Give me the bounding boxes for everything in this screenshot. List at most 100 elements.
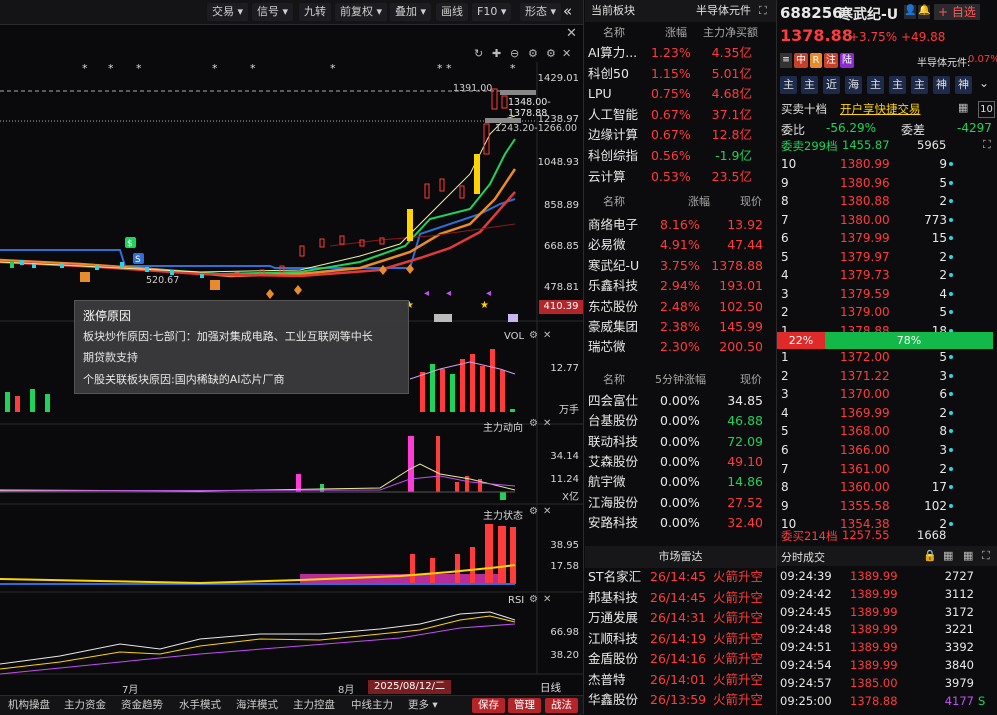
radar-row[interactable]: 邦基科技 26/14:45 火箭升空 bbox=[585, 588, 776, 608]
period-label[interactable]: 日线 bbox=[540, 680, 561, 695]
bid-row[interactable]: 7 1361.00 2 bbox=[777, 460, 997, 478]
ask-row[interactable]: 3 1379.59 4 bbox=[777, 285, 997, 303]
nav-btn-2[interactable]: 主 bbox=[801, 76, 818, 94]
bid-row[interactable]: 6 1366.00 3 bbox=[777, 441, 997, 459]
expand-icon[interactable]: ⛶ bbox=[982, 549, 990, 563]
ask-row[interactable]: 5 1379.97 2 bbox=[777, 248, 997, 266]
lock-icon[interactable]: 🔒 bbox=[923, 549, 937, 562]
adjust-menu[interactable]: 前复权 ▾ bbox=[335, 3, 388, 21]
settings-icon[interactable]: ▦ bbox=[963, 549, 973, 562]
trade-row[interactable]: 09:25:00 1378.88 4177 S bbox=[777, 693, 997, 710]
trade-row[interactable]: 09:24:42 1389.99 3112 bbox=[777, 586, 997, 603]
radar-row[interactable]: 江顺科技 26/14:19 火箭升空 bbox=[585, 629, 776, 649]
nav-btn-6[interactable]: 主 bbox=[889, 76, 906, 94]
radar-row[interactable]: ST名家汇 26/14:45 火箭升空 bbox=[585, 567, 776, 587]
tab-main-funds[interactable]: 主力资金 bbox=[64, 698, 106, 713]
nav-btn-5[interactable]: 主 bbox=[867, 76, 884, 94]
fast-mover-row[interactable]: 艾森股份 0.00% 49.10 bbox=[585, 452, 776, 472]
ask-row[interactable]: 6 1379.99 15 bbox=[777, 229, 997, 247]
rsi-settings-icon[interactable]: ⚙ bbox=[529, 594, 538, 605]
stock-row[interactable]: 必易微 4.91% 47.44 bbox=[585, 235, 776, 255]
vol-settings-icon[interactable]: ⚙ bbox=[529, 330, 538, 341]
ask-row[interactable]: 4 1379.73 2 bbox=[777, 266, 997, 284]
trade-row[interactable]: 09:24:45 1389.99 3172 bbox=[777, 604, 997, 621]
nine-turn-button[interactable]: 九转 bbox=[299, 3, 331, 21]
quick-trade-link[interactable]: 开户享快捷交易 bbox=[840, 101, 921, 117]
user-icon[interactable]: 👤 bbox=[904, 5, 916, 19]
tab-main-control[interactable]: 主力控盘 bbox=[293, 698, 335, 713]
trade-row[interactable]: 09:24:54 1389.99 3840 bbox=[777, 657, 997, 674]
kline-chart-area[interactable]: 交易 ▾ 信号 ▾ 九转 前复权 ▾ 叠加 ▾ 画线 F10 ▾ 形态 ▾ « … bbox=[0, 0, 584, 715]
stock-row[interactable]: 寒武纪-U 3.75% 1378.88 bbox=[585, 256, 776, 276]
more-menu[interactable]: 更多 ▾ bbox=[408, 698, 438, 713]
tab-mid-main[interactable]: 中线主力 bbox=[351, 698, 393, 713]
stock-row[interactable]: 豪威集团 2.38% 145.99 bbox=[585, 317, 776, 337]
bid-row[interactable]: 8 1360.00 17 bbox=[777, 478, 997, 496]
vol-close-icon[interactable]: ✕ bbox=[543, 330, 551, 341]
board-row[interactable]: 云计算 0.53% 23.5亿 bbox=[585, 167, 776, 187]
trade-row[interactable]: 09:24:57 1385.00 3979 bbox=[777, 675, 997, 692]
signal-menu[interactable]: 信号 ▾ bbox=[252, 3, 294, 21]
radar-row[interactable]: 万通发展 26/14:31 火箭升空 bbox=[585, 608, 776, 628]
bid-row[interactable]: 2 1371.22 3 bbox=[777, 367, 997, 385]
stock-row[interactable]: 瑞芯微 2.30% 200.50 bbox=[585, 337, 776, 357]
board-row[interactable]: 科创综指 0.56% -1.9亿 bbox=[585, 146, 776, 166]
bid-row[interactable]: 3 1370.00 6 bbox=[777, 385, 997, 403]
add-watchlist-button[interactable]: + 自选 bbox=[934, 4, 980, 20]
tab-inst-trade[interactable]: 机构操盘 bbox=[8, 698, 50, 713]
radar-row[interactable]: 金盾股份 26/14:16 火箭升空 bbox=[585, 649, 776, 669]
manage-button[interactable]: 管理 bbox=[508, 698, 541, 713]
grid-icon[interactable]: ▦ bbox=[943, 549, 953, 562]
nav-btn-4[interactable]: 海 bbox=[845, 76, 862, 94]
trade-row[interactable]: 09:24:51 1389.99 3392 bbox=[777, 639, 997, 656]
bell-icon[interactable]: 🔔 bbox=[918, 5, 930, 19]
draw-line-button[interactable]: 画线 bbox=[436, 3, 468, 21]
bid-row[interactable]: 4 1369.99 2 bbox=[777, 404, 997, 422]
collapse-icon[interactable]: « bbox=[563, 2, 572, 20]
pattern-menu[interactable]: 形态 ▾ bbox=[520, 3, 562, 21]
fast-mover-row[interactable]: 四会富仕 0.00% 34.85 bbox=[585, 391, 776, 411]
stock-row[interactable]: 东芯股份 2.48% 102.50 bbox=[585, 297, 776, 317]
main-flow-close-icon[interactable]: ✕ bbox=[543, 418, 551, 429]
board-row[interactable]: 人工智能 0.67% 37.1亿 bbox=[585, 105, 776, 125]
ask-row[interactable]: 7 1380.00 773 bbox=[777, 211, 997, 229]
ask-row[interactable]: 9 1380.96 5 bbox=[777, 174, 997, 192]
fast-mover-row[interactable]: 航宇微 0.00% 14.86 bbox=[585, 472, 776, 492]
stock-row[interactable]: 商络电子 8.16% 13.92 bbox=[585, 215, 776, 235]
board-row[interactable]: AI算力... 1.23% 4.35亿 bbox=[585, 43, 776, 63]
f10-menu[interactable]: F10 ▾ bbox=[472, 3, 512, 21]
tab-ocean-mode[interactable]: 海洋模式 bbox=[236, 698, 278, 713]
main-state-settings-icon[interactable]: ⚙ bbox=[529, 506, 538, 517]
expand-icon[interactable]: ⛶ bbox=[983, 138, 991, 152]
main-state-close-icon[interactable]: ✕ bbox=[543, 506, 551, 517]
order-book-title[interactable]: 买卖十档 bbox=[781, 101, 827, 117]
menu-icon[interactable]: ≡ bbox=[780, 53, 792, 68]
ask-row[interactable]: 2 1379.00 5 bbox=[777, 303, 997, 321]
trade-row[interactable]: 09:24:48 1389.99 3221 bbox=[777, 621, 997, 638]
bid-row[interactable]: 9 1355.58 102 bbox=[777, 497, 997, 515]
board-row[interactable]: 科创50 1.15% 5.01亿 bbox=[585, 64, 776, 84]
bid-row[interactable]: 1 1372.00 5 bbox=[777, 348, 997, 366]
nav-btn-1[interactable]: 主 bbox=[780, 76, 797, 94]
rsi-close-icon[interactable]: ✕ bbox=[543, 594, 551, 605]
bid-row[interactable]: 5 1368.00 8 bbox=[777, 422, 997, 440]
main-flow-settings-icon[interactable]: ⚙ bbox=[529, 418, 538, 429]
depth-toggle-button[interactable]: 10 bbox=[978, 101, 995, 118]
tab-sailor-mode[interactable]: 水手模式 bbox=[179, 698, 221, 713]
board-row[interactable]: 边缘计算 0.67% 12.8亿 bbox=[585, 125, 776, 145]
overlay-menu[interactable]: 叠加 ▾ bbox=[390, 3, 432, 21]
chevron-down-icon[interactable]: ⌄ bbox=[979, 76, 989, 90]
strategy-button[interactable]: 战法 bbox=[545, 698, 578, 713]
fast-mover-row[interactable]: 联动科技 0.00% 72.09 bbox=[585, 432, 776, 452]
nav-btn-9[interactable]: 神 bbox=[955, 76, 972, 94]
nav-btn-8[interactable]: 神 bbox=[933, 76, 950, 94]
fast-mover-row[interactable]: 安路科技 0.00% 32.40 bbox=[585, 513, 776, 533]
trade-menu[interactable]: 交易 ▾ bbox=[207, 3, 249, 21]
expand-icon[interactable]: ⛶ bbox=[759, 0, 767, 22]
ask-row[interactable]: 10 1380.99 9 bbox=[777, 155, 997, 173]
tab-fund-trend[interactable]: 资金趋势 bbox=[121, 698, 163, 713]
nav-btn-7[interactable]: 主 bbox=[911, 76, 928, 94]
stock-row[interactable]: 乐鑫科技 2.94% 193.01 bbox=[585, 276, 776, 296]
fast-mover-row[interactable]: 台基股份 0.00% 46.88 bbox=[585, 411, 776, 431]
radar-row[interactable]: 华鑫股份 26/13:59 火箭升空 bbox=[585, 690, 776, 710]
